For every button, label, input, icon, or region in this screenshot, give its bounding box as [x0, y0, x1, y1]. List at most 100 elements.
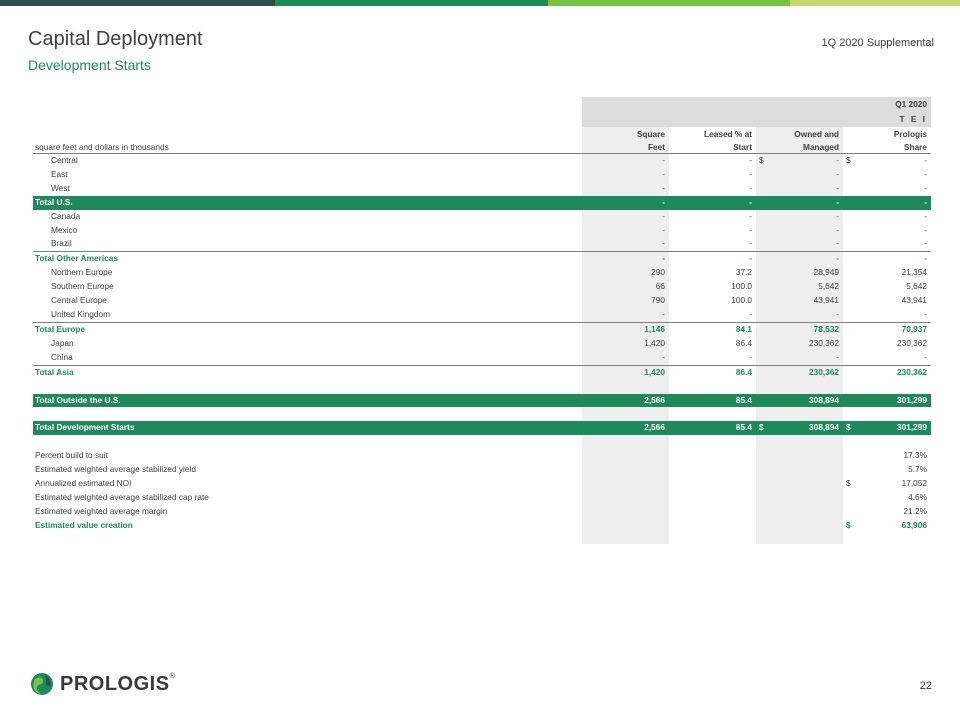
- metric-label: Percent build to suit: [35, 450, 108, 461]
- empty-cell: [756, 449, 843, 463]
- value-text: -: [836, 210, 839, 221]
- value-text: 1,420: [644, 337, 665, 348]
- empty-cell: [669, 491, 756, 505]
- col-header-4-line2: Share: [843, 140, 932, 154]
- row-value-1: 2,566: [582, 393, 669, 408]
- empty-cell: [582, 435, 669, 449]
- row-value-3: -: [756, 195, 843, 210]
- row-value-4: -: [843, 351, 931, 365]
- col-header-2-line1: Leased % at: [704, 129, 752, 139]
- spacer-row: [33, 380, 931, 394]
- value-text: 43,941: [813, 295, 839, 306]
- metric-value: 5.7%: [843, 463, 931, 477]
- metric-value: 17.3%: [843, 449, 931, 463]
- value-text: 5.7%: [908, 464, 928, 475]
- table-row: Canada - - - -: [33, 210, 931, 224]
- row-label: Central Europe: [51, 295, 107, 306]
- row-value-3: 230,362: [756, 364, 843, 380]
- value-text: 230,362: [897, 366, 928, 377]
- metric-row: Estimated weighted average stabilized yi…: [33, 463, 931, 477]
- row-value-4: -: [843, 195, 932, 210]
- value-text: 86.4: [735, 337, 752, 348]
- empty-cell: [33, 435, 582, 449]
- value-text: 230,362: [897, 337, 928, 348]
- value-text: 17,052: [901, 478, 928, 489]
- value-text: -: [924, 182, 928, 193]
- row-value-3: -: [756, 251, 843, 267]
- row-value-2: 85.4: [669, 421, 756, 436]
- row-value-1: 1,146: [582, 321, 669, 337]
- row-value-1: -: [582, 308, 669, 322]
- row-label: East: [51, 168, 68, 179]
- table-row: Southern Europe 66 100.0 5,642 5,642: [33, 280, 931, 294]
- row-value-4: -: [843, 251, 932, 267]
- value-text: -: [749, 253, 752, 264]
- row-value-4: $ -: [843, 154, 931, 168]
- value-text: 1,420: [644, 366, 665, 377]
- value-text: -: [924, 155, 928, 165]
- row-value-3: -: [756, 210, 843, 224]
- empty-cell: [669, 477, 756, 491]
- row-value-1: 2,566: [582, 421, 669, 436]
- metric-value: 4.6%: [843, 491, 931, 505]
- value-text: -: [749, 351, 752, 362]
- row-value-3: 5,642: [756, 280, 843, 294]
- value-text: 43,941: [901, 295, 928, 306]
- value-text: 70,937: [901, 323, 928, 334]
- value-text: -: [836, 155, 839, 165]
- table-row: Mexico - - - -: [33, 224, 931, 238]
- value-text: -: [836, 196, 839, 207]
- row-value-2: -: [669, 182, 756, 196]
- value-text: 790: [651, 295, 665, 306]
- row-value-3: -: [756, 351, 843, 365]
- empty-cell: [669, 519, 756, 533]
- metric-label: Estimated weighted average stabilized yi…: [35, 464, 196, 475]
- value-text: 301,299: [897, 422, 928, 433]
- row-value-1: -: [582, 351, 669, 365]
- row-value-4: 70,937: [843, 321, 932, 337]
- row-label: Northern Europe: [51, 267, 113, 278]
- dollar-sign: $: [759, 155, 764, 165]
- value-text: 85.4: [735, 394, 752, 405]
- value-text: 84.1: [735, 323, 752, 334]
- dollar-sign: $: [846, 155, 851, 165]
- metric-row: Percent build to suit 17.3%: [33, 449, 931, 463]
- metric-label: Estimated weighted average margin: [35, 505, 168, 516]
- group-header: T E I: [582, 112, 932, 127]
- row-value-2: -: [669, 237, 756, 251]
- value-text: 28,949: [813, 267, 839, 278]
- row-label: Mexico: [51, 224, 78, 235]
- value-text: 1,146: [644, 323, 665, 334]
- table-row: Japan 1,420 86.4 230,362 230,362: [33, 337, 931, 351]
- value-text: -: [662, 182, 665, 193]
- row-value-3: -: [756, 224, 843, 238]
- row-label: Total Europe: [33, 321, 582, 337]
- empty-cell: [669, 505, 756, 519]
- period-header: Q1 2020: [582, 97, 932, 112]
- value-text: 21.2%: [903, 505, 928, 516]
- column-header-row-1: Square Leased % at Owned and Prologis: [33, 127, 931, 140]
- empty-cell: [756, 505, 843, 519]
- value-text: -: [662, 168, 665, 179]
- empty-cell: [669, 407, 756, 421]
- value-text: 85.4: [735, 422, 752, 433]
- metric-label: Estimated value creation: [35, 519, 133, 530]
- table-row: United Kingdom - - - -: [33, 308, 931, 322]
- prologis-logo: PROLOGIS®: [30, 670, 175, 698]
- value-text: -: [662, 210, 665, 221]
- row-value-2: -: [669, 251, 756, 267]
- value-text: -: [924, 196, 928, 207]
- row-value-1: -: [582, 251, 669, 267]
- value-text: -: [836, 224, 839, 235]
- row-value-1: -: [582, 210, 669, 224]
- row-label: United Kingdom: [51, 308, 111, 319]
- spacer-row: [33, 407, 931, 421]
- col-header-3-line2: Managed: [756, 140, 843, 154]
- logo-wordmark: PROLOGIS®: [60, 672, 176, 695]
- row-value-2: -: [669, 195, 756, 210]
- dollar-sign: $: [846, 422, 851, 433]
- value-text: -: [662, 253, 665, 264]
- value-text: -: [749, 168, 752, 179]
- empty-cell: [756, 519, 843, 533]
- row-value-2: 100.0: [669, 280, 756, 294]
